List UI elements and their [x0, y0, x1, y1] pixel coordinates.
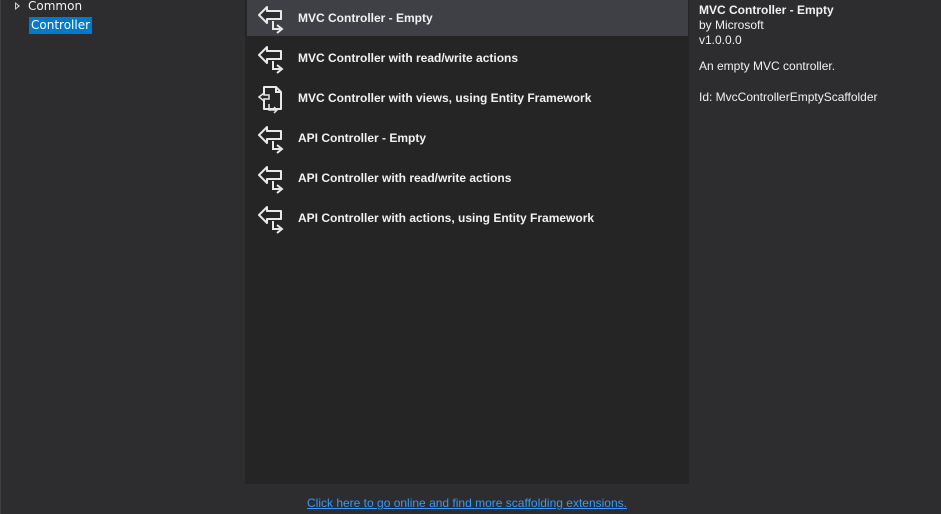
list-item-mvc-controller-read-write[interactable]: MVC Controller with read/write actions: [247, 40, 688, 76]
controller-icon: [258, 126, 284, 154]
controller-icon: [258, 206, 284, 234]
tree-item-controller[interactable]: Controller: [29, 17, 93, 35]
tree-item-label: Controller: [29, 17, 93, 34]
expand-arrow-icon[interactable]: [15, 1, 20, 10]
list-item-label: MVC Controller - Empty: [298, 11, 433, 25]
list-item-label: API Controller with actions, using Entit…: [298, 211, 595, 225]
controller-icon: [258, 46, 284, 74]
list-item-api-controller-empty[interactable]: API Controller - Empty: [247, 120, 688, 156]
details-panel: MVC Controller - Empty by Microsoft v1.0…: [699, 3, 935, 105]
find-extensions-link[interactable]: Click here to go online and find more sc…: [307, 496, 627, 510]
controller-icon: [258, 166, 284, 194]
list-item-label: MVC Controller with views, using Entity …: [298, 91, 592, 105]
list-item-label: MVC Controller with read/write actions: [298, 51, 519, 65]
scaffolder-list: MVC Controller - Empty MVC Controller wi…: [245, 0, 689, 484]
detail-description: An empty MVC controller.: [699, 59, 836, 73]
detail-author: by Microsoft: [699, 18, 764, 32]
tree-item-label: Common: [28, 0, 83, 13]
controller-icon: [258, 6, 284, 34]
detail-id: Id: MvcControllerEmptyScaffolder: [699, 90, 878, 104]
detail-version: v1.0.0.0: [699, 33, 742, 47]
list-item-api-controller-read-write[interactable]: API Controller with read/write actions: [247, 160, 688, 196]
list-item-mvc-controller-empty[interactable]: MVC Controller - Empty: [247, 0, 688, 36]
detail-title: MVC Controller - Empty: [699, 3, 834, 17]
add-scaffold-dialog: Common Controller MVC Controller - Empty…: [0, 0, 941, 514]
list-item-label: API Controller with read/write actions: [298, 171, 512, 185]
list-item-label: API Controller - Empty: [298, 131, 427, 145]
list-item-api-controller-ef[interactable]: API Controller with actions, using Entit…: [247, 200, 688, 236]
category-tree: Common Controller: [0, 0, 245, 484]
list-item-mvc-controller-views-ef[interactable]: MVC Controller with views, using Entity …: [247, 80, 688, 116]
tree-item-common[interactable]: Common: [15, 0, 82, 16]
controller-views-icon: [257, 86, 282, 114]
